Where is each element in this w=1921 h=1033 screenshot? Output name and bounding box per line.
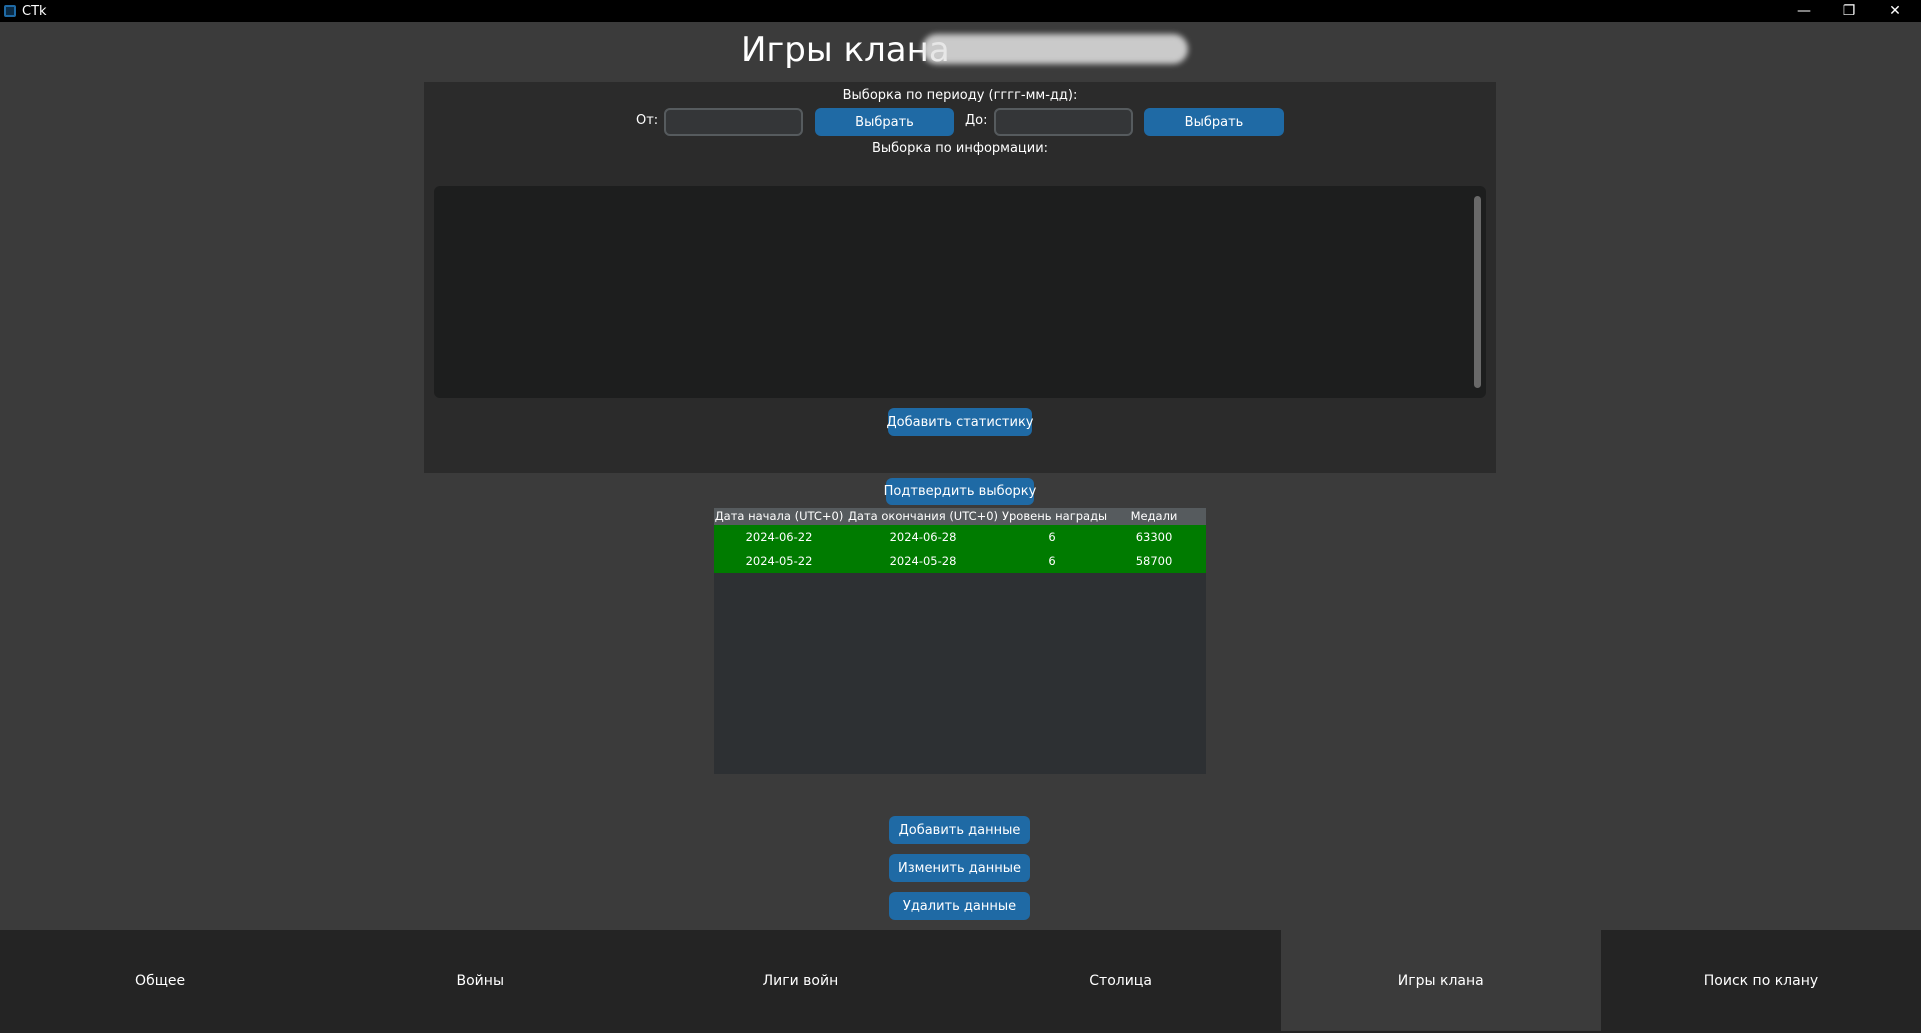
add-data-button[interactable]: Добавить данные	[889, 816, 1030, 844]
table-header: Дата начала (UTC+0) Дата окончания (UTC+…	[714, 508, 1206, 525]
cell-reward-level: 6	[1048, 530, 1056, 544]
cell-medals: 63300	[1135, 530, 1173, 544]
from-label: От:	[636, 113, 659, 128]
period-filter-heading: Выборка по периоду (гггг-мм-дд):	[842, 88, 1078, 103]
column-header-end-date[interactable]: Дата окончания (UTC+0)	[844, 508, 1002, 525]
info-scrollbar[interactable]	[1474, 196, 1481, 388]
to-select-button[interactable]: Выбрать	[1144, 108, 1284, 136]
info-filter-heading: Выборка по информации:	[871, 141, 1049, 156]
from-select-button[interactable]: Выбрать	[815, 108, 954, 136]
cell-medals: 58700	[1135, 554, 1173, 568]
column-header-start-date[interactable]: Дата начала (UTC+0)	[714, 508, 844, 525]
confirm-selection-button[interactable]: Подтвердить выборку	[884, 478, 1036, 505]
window-titlebar: CTk — ❐ ✕	[0, 0, 1921, 22]
column-header-medals[interactable]: Медали	[1102, 508, 1206, 525]
tab-war-leagues[interactable]: Лиги войн	[640, 930, 960, 1031]
close-icon[interactable]: ✕	[1872, 0, 1918, 22]
table-row[interactable]: 2024-05-22 2024-05-28 6 58700	[714, 549, 1206, 573]
minimize-icon[interactable]: —	[1781, 0, 1827, 22]
delete-data-button[interactable]: Удалить данные	[889, 892, 1030, 920]
cell-reward-level: 6	[1048, 554, 1056, 568]
tab-bar: Общее Войны Лиги войн Столица Игры клана…	[0, 930, 1921, 1033]
to-label: До:	[965, 113, 988, 128]
page-title: Игры клана	[741, 30, 950, 70]
info-filter-box[interactable]	[434, 186, 1486, 398]
edit-data-button[interactable]: Изменить данные	[889, 854, 1030, 882]
cell-start-date: 2024-05-22	[745, 554, 813, 568]
maximize-icon[interactable]: ❐	[1826, 0, 1872, 22]
tab-clan-games[interactable]: Игры клана	[1280, 930, 1601, 1031]
main-area: Игры клана Выборка по периоду (гггг-мм-д…	[0, 22, 1921, 930]
cell-start-date: 2024-06-22	[745, 530, 813, 544]
to-date-input[interactable]	[994, 108, 1133, 136]
cell-end-date: 2024-06-28	[889, 530, 957, 544]
tab-general[interactable]: Общее	[0, 930, 320, 1031]
redacted-clan-name	[922, 34, 1188, 64]
table-row[interactable]: 2024-06-22 2024-06-28 6 63300	[714, 525, 1206, 549]
app-icon	[4, 5, 16, 17]
column-header-reward-level[interactable]: Уровень награды	[1002, 508, 1107, 525]
tab-clan-search[interactable]: Поиск по клану	[1601, 930, 1921, 1031]
tab-capital[interactable]: Столица	[961, 930, 1281, 1031]
from-date-input[interactable]	[664, 108, 803, 136]
cell-end-date: 2024-05-28	[889, 554, 957, 568]
add-statistic-button[interactable]: Добавить статистику	[887, 408, 1034, 436]
tab-wars[interactable]: Войны	[320, 930, 640, 1031]
window-title: CTk	[22, 3, 47, 19]
games-table: Дата начала (UTC+0) Дата окончания (UTC+…	[714, 508, 1206, 774]
